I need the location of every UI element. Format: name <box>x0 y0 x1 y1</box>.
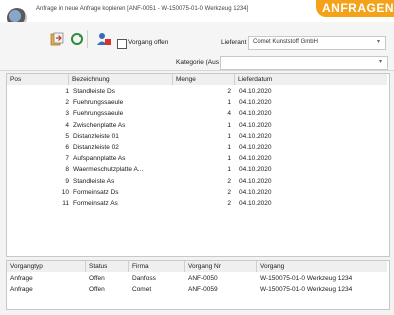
cell-pos: 5 <box>65 132 69 140</box>
cell-lieferdatum: 04.10.2020 <box>239 132 272 140</box>
user-icon[interactable] <box>96 32 111 46</box>
window-title: Anfrage in neue Anfrage kopieren [ANF-00… <box>36 6 249 12</box>
toolbar-divider <box>87 30 88 48</box>
cell-lieferdatum: 04.10.2020 <box>239 144 272 151</box>
table-row[interactable]: 4 Zwischenplatte As 1 04.10.2020 <box>7 120 387 131</box>
cell-pos: 2 <box>65 99 69 107</box>
cell-bezeichnung: Zwischenplatte As <box>73 121 126 129</box>
cell-bezeichnung: Distanzleiste 02 <box>73 144 119 151</box>
cell-lieferdatum: 04.10.2020 <box>239 88 272 95</box>
import-icon[interactable] <box>50 32 64 46</box>
table-row[interactable]: 8 Waermeschutzplatte A... 1 04.10.2020 <box>7 164 387 175</box>
column-header-bezeichnung[interactable]: Bezeichnung <box>69 74 173 85</box>
cell-bezeichnung: Standleiste Ds <box>73 88 115 95</box>
cell-menge: 1 <box>227 132 231 140</box>
chevron-down-icon[interactable]: ▾ <box>379 58 382 65</box>
kategorie-label: Kategorie (Aus <box>176 59 219 66</box>
table-row[interactable]: 9 Standleiste As 2 04.10.2020 <box>7 176 387 187</box>
cell-pos: 7 <box>65 155 69 163</box>
column-header-pos[interactable]: Pos <box>7 74 69 85</box>
table-row[interactable]: 6 Distanzleiste 02 1 04.10.2020 <box>7 142 387 153</box>
table-row[interactable]: 5 Distanzleiste 01 1 04.10.2020 <box>7 131 387 142</box>
vorgang-offen-checkbox[interactable] <box>117 39 127 49</box>
cell-pos: 9 <box>65 177 69 185</box>
lieferant-label: Lieferant <box>221 39 247 46</box>
table-row[interactable]: 11 Formeinsatz As 2 04.10.2020 <box>7 198 387 209</box>
banner-label: ANFRAGEN <box>322 1 394 15</box>
cell-menge: 1 <box>227 99 231 107</box>
cell-bezeichnung: Fuehrungssaeule <box>73 110 124 118</box>
cell-menge: 1 <box>227 144 231 151</box>
cell-firma: Comet <box>132 286 152 293</box>
cell-menge: 1 <box>227 155 231 163</box>
cell-menge: 2 <box>227 200 231 207</box>
cell-pos: 10 <box>61 188 69 196</box>
vorgang-offen-label: Vorgang offen <box>128 39 169 46</box>
cell-bezeichnung: Fuehrungssaeule <box>73 99 124 107</box>
cell-pos: 8 <box>65 166 69 174</box>
table-row[interactable]: Anfrage Offen Comet ANF-0059 W-150075-01-0 W… <box>7 284 387 295</box>
cell-vorgang: W-150075-01-0 Werkzeug 1234 <box>260 286 353 293</box>
chevron-down-icon[interactable]: ▾ <box>377 38 380 45</box>
cell-vorgang-nr: ANF-0059 <box>188 286 218 293</box>
cell-lieferdatum: 04.10.2020 <box>239 110 272 118</box>
cell-pos: 11 <box>62 200 69 207</box>
cell-vorgangtyp: Anfrage <box>10 275 33 282</box>
cell-lieferdatum: 04.10.2020 <box>239 155 272 163</box>
cell-menge: 1 <box>227 166 231 174</box>
cell-firma: Danfoss <box>132 275 156 282</box>
cell-bezeichnung: Waermeschutzplatte A... <box>73 166 144 174</box>
cell-pos: 1 <box>65 88 69 95</box>
cell-menge: 4 <box>227 110 231 118</box>
refresh-icon[interactable] <box>70 32 84 46</box>
cell-lieferdatum: 04.10.2020 <box>239 200 272 207</box>
cell-pos: 4 <box>65 121 69 129</box>
column-header-firma[interactable]: Firma <box>129 261 185 272</box>
column-header-status[interactable]: Status <box>86 261 129 272</box>
cell-status: Offen <box>89 275 105 282</box>
table-row[interactable]: 7 Aufspannplatte As 1 04.10.2020 <box>7 153 387 164</box>
cell-pos: 6 <box>65 144 69 151</box>
cell-vorgangtyp: Anfrage <box>10 286 33 293</box>
table-row[interactable]: Anfrage Offen Danfoss ANF-0050 W-150075-01-0… <box>7 273 387 284</box>
cell-pos: 3 <box>65 110 69 118</box>
cell-lieferdatum: 04.10.2020 <box>239 99 272 107</box>
lieferant-value: Comet Kunststoff GmbH <box>253 39 318 45</box>
cell-bezeichnung: Distanzleiste 01 <box>73 132 119 140</box>
column-header-lieferdatum[interactable]: Lieferdatum <box>235 74 387 85</box>
column-header-vorgang-nr[interactable]: Vorgang Nr <box>185 261 257 272</box>
cell-bezeichnung: Formeinsatz Ds <box>73 188 119 196</box>
table-row[interactable]: 1 Standleiste Ds 2 04.10.2020 <box>7 86 387 97</box>
cell-bezeichnung: Standleiste As <box>73 177 115 185</box>
column-header-vorgangtyp[interactable]: Vorgangtyp <box>7 261 86 272</box>
cell-menge: 2 <box>227 88 231 95</box>
table-row[interactable]: 3 Fuehrungssaeule 4 04.10.2020 <box>7 108 387 119</box>
cell-lieferdatum: 04.10.2020 <box>239 188 272 196</box>
cell-status: Offen <box>89 286 105 293</box>
cell-menge: 1 <box>227 121 231 129</box>
column-header-vorgang[interactable]: Vorgang <box>257 261 387 272</box>
cell-bezeichnung: Aufspannplatte As <box>73 155 126 163</box>
cell-vorgang-nr: ANF-0050 <box>188 275 218 282</box>
cell-lieferdatum: 04.10.2020 <box>239 177 272 185</box>
table-row[interactable]: 2 Fuehrungssaeule 1 04.10.2020 <box>7 97 387 108</box>
cell-lieferdatum: 04.10.2020 <box>239 166 272 174</box>
kategorie-select[interactable] <box>220 56 388 70</box>
column-header-menge[interactable]: Menge <box>173 74 235 85</box>
table-row[interactable]: 10 Formeinsatz Ds 2 04.10.2020 <box>7 187 387 198</box>
cell-bezeichnung: Formeinsatz As <box>73 200 118 207</box>
cell-lieferdatum: 04.10.2020 <box>239 121 272 129</box>
cell-vorgang: W-150075-01-0 Werkzeug 1234 <box>260 275 353 282</box>
cell-menge: 2 <box>227 177 231 185</box>
cell-menge: 2 <box>227 188 231 196</box>
